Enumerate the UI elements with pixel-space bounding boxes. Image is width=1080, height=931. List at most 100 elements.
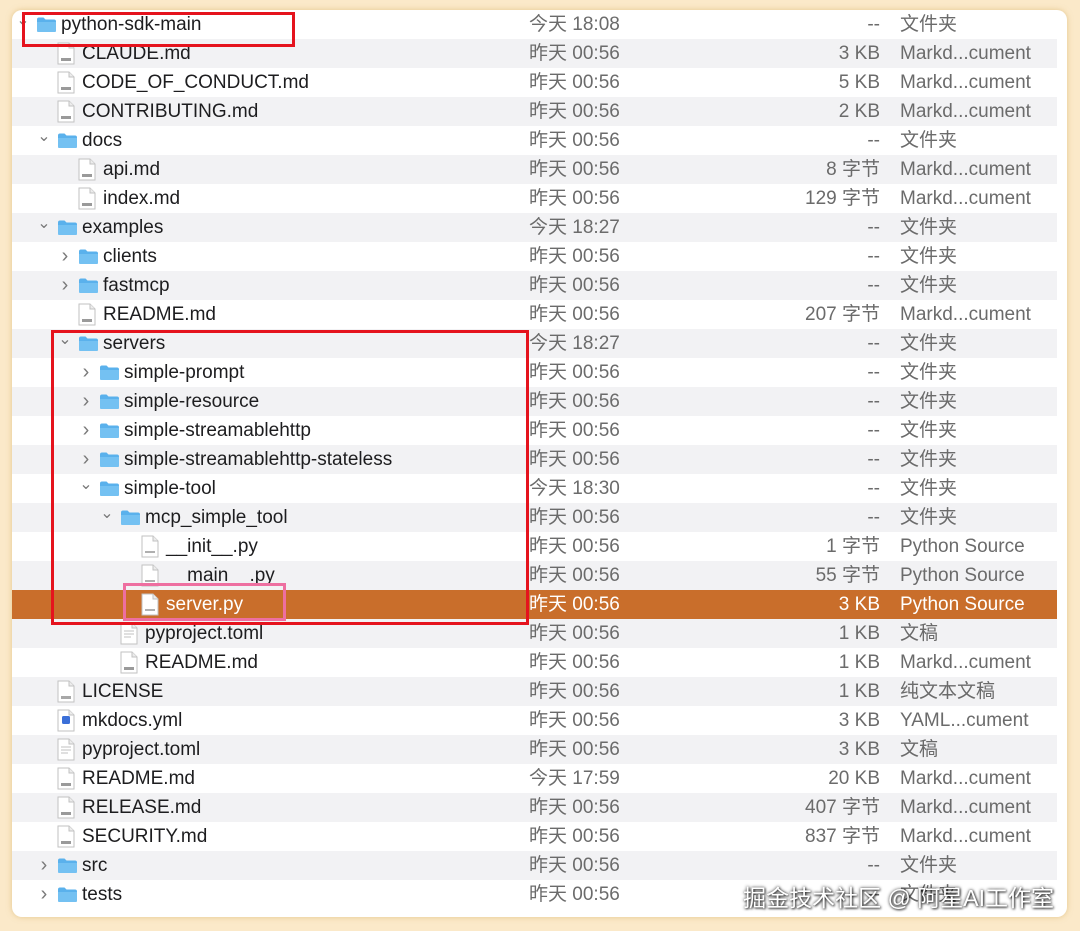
file-icon bbox=[57, 680, 75, 703]
folder-row-examples[interactable]: ⌄ examples 今天 18:27 -- 文件夹 bbox=[12, 213, 1057, 242]
chevron-down-icon[interactable]: ⌄ bbox=[79, 474, 93, 503]
row-name: server.py bbox=[166, 594, 244, 615]
file-row-pyproject-toml[interactable]: pyproject.toml 昨天 00:56 3 KB 文稿 bbox=[12, 735, 1057, 764]
row-size: -- bbox=[867, 449, 880, 470]
row-name: src bbox=[82, 855, 108, 876]
row-name: __main__.py bbox=[166, 565, 275, 586]
file-row-mkdocs-yml[interactable]: mkdocs.yml 昨天 00:56 3 KB YAML...cument bbox=[12, 706, 1057, 735]
file-row-contributing-md[interactable]: CONTRIBUTING.md 昨天 00:56 2 KB Markd...cumen… bbox=[12, 97, 1057, 126]
row-size: -- bbox=[867, 391, 880, 412]
row-name: simple-streamablehttp-stateless bbox=[124, 449, 393, 470]
folder-row-simple-resource[interactable]: › simple-resource 昨天 00:56 -- 文件夹 bbox=[12, 387, 1057, 416]
row-size: 3 KB bbox=[838, 594, 880, 615]
row-kind: Python Source bbox=[900, 594, 1025, 615]
row-kind: 文件夹 bbox=[900, 362, 958, 383]
row-size: 3 KB bbox=[838, 43, 880, 64]
chevron-right-icon[interactable]: › bbox=[79, 416, 93, 445]
file-row-readme-md[interactable]: README.md 昨天 00:56 207 字节 Markd...cument bbox=[12, 300, 1057, 329]
row-size: 20 KB bbox=[828, 768, 880, 789]
row-date: 昨天 00:56 bbox=[529, 536, 620, 557]
row-date: 昨天 00:56 bbox=[529, 739, 620, 760]
folder-row-src[interactable]: › src 昨天 00:56 -- 文件夹 bbox=[12, 851, 1057, 880]
file-row-api-md[interactable]: api.md 昨天 00:56 8 字节 Markd...cument bbox=[12, 155, 1057, 184]
file-row-readme-md[interactable]: README.md 今天 17:59 20 KB Markd...cument bbox=[12, 764, 1057, 793]
file-row-pyproject-toml[interactable]: pyproject.toml 昨天 00:56 1 KB 文稿 bbox=[12, 619, 1057, 648]
file-row-license[interactable]: LICENSE 昨天 00:56 1 KB 纯文本文稿 bbox=[12, 677, 1057, 706]
row-kind: 文件夹 bbox=[900, 478, 958, 499]
row-size: -- bbox=[867, 246, 880, 267]
row-date: 昨天 00:56 bbox=[529, 797, 620, 818]
row-date: 昨天 00:56 bbox=[529, 362, 620, 383]
row-date: 昨天 00:56 bbox=[529, 43, 620, 64]
row-date: 昨天 00:56 bbox=[529, 391, 620, 412]
row-kind: Markd...cument bbox=[900, 188, 1031, 209]
row-date: 昨天 00:56 bbox=[529, 565, 620, 586]
chevron-down-icon[interactable]: ⌄ bbox=[16, 10, 30, 39]
folder-row-mcp-simple-tool[interactable]: ⌄ mcp_simple_tool 昨天 00:56 -- 文件夹 bbox=[12, 503, 1057, 532]
folder-row-simple-streamablehttp[interactable]: › simple-streamablehttp 昨天 00:56 -- 文件夹 bbox=[12, 416, 1057, 445]
chevron-down-icon[interactable]: ⌄ bbox=[37, 213, 51, 242]
file-row-index-md[interactable]: index.md 昨天 00:56 129 字节 Markd...cument bbox=[12, 184, 1057, 213]
file-row-release-md[interactable]: RELEASE.md 昨天 00:56 407 字节 Markd...cument bbox=[12, 793, 1057, 822]
row-name: python-sdk-main bbox=[61, 14, 202, 35]
folder-row-docs[interactable]: ⌄ docs 昨天 00:56 -- 文件夹 bbox=[12, 126, 1057, 155]
file-row-init-py[interactable]: __init__.py 昨天 00:56 1 字节 Python Source bbox=[12, 532, 1057, 561]
row-size: 3 KB bbox=[838, 739, 880, 760]
row-size: -- bbox=[867, 855, 880, 876]
chevron-down-icon[interactable]: ⌄ bbox=[37, 126, 51, 155]
row-date: 昨天 00:56 bbox=[529, 188, 620, 209]
row-size: -- bbox=[867, 333, 880, 354]
file-row-code-of-conduct-md[interactable]: CODE_OF_CONDUCT.md 昨天 00:56 5 KB Markd...cu… bbox=[12, 68, 1057, 97]
folder-row-simple-streamablehttp-stateless[interactable]: › simple-streamablehttp-stateless 昨天 00:56… bbox=[12, 445, 1057, 474]
row-name: pyproject.toml bbox=[82, 739, 201, 760]
folder-icon bbox=[57, 886, 78, 903]
row-name: index.md bbox=[103, 188, 181, 209]
row-name: servers bbox=[103, 333, 166, 354]
chevron-right-icon[interactable]: › bbox=[79, 387, 93, 416]
folder-row-clients[interactable]: › clients 昨天 00:56 -- 文件夹 bbox=[12, 242, 1057, 271]
row-kind: 文稿 bbox=[900, 739, 939, 760]
file-row-readme-md[interactable]: README.md 昨天 00:56 1 KB Markd...cument bbox=[12, 648, 1057, 677]
row-size: 2 KB bbox=[838, 101, 880, 122]
file-row-claude-md[interactable]: CLAUDE.md 昨天 00:56 3 KB Markd...cument bbox=[12, 39, 1057, 68]
row-size: -- bbox=[867, 275, 880, 296]
file-row-main-py[interactable]: __main__.py 昨天 00:56 55 字节 Python Source bbox=[12, 561, 1057, 590]
chevron-right-icon[interactable]: › bbox=[37, 880, 51, 909]
folder-icon bbox=[78, 277, 99, 294]
row-size: -- bbox=[867, 130, 880, 151]
folder-row-fastmcp[interactable]: › fastmcp 昨天 00:56 -- 文件夹 bbox=[12, 271, 1057, 300]
row-name: __init__.py bbox=[166, 536, 258, 557]
row-kind: 文件夹 bbox=[900, 14, 958, 35]
file-icon bbox=[57, 100, 75, 123]
row-size: -- bbox=[867, 362, 880, 383]
chevron-right-icon[interactable]: › bbox=[37, 851, 51, 880]
row-kind: 文件夹 bbox=[900, 391, 958, 412]
row-kind: Python Source bbox=[900, 565, 1025, 586]
row-date: 昨天 00:56 bbox=[529, 826, 620, 847]
row-date: 昨天 00:56 bbox=[529, 710, 620, 731]
file-row-security-md[interactable]: SECURITY.md 昨天 00:56 837 字节 Markd...cument bbox=[12, 822, 1057, 851]
folder-row-simple-tool[interactable]: ⌄ simple-tool 今天 18:30 -- 文件夹 bbox=[12, 474, 1057, 503]
row-size: 129 字节 bbox=[805, 188, 880, 209]
folder-row-simple-prompt[interactable]: › simple-prompt 昨天 00:56 -- 文件夹 bbox=[12, 358, 1057, 387]
chevron-down-icon[interactable]: ⌄ bbox=[58, 329, 72, 358]
file-icon bbox=[57, 71, 75, 94]
chevron-right-icon[interactable]: › bbox=[58, 242, 72, 271]
row-name: simple-resource bbox=[124, 391, 260, 412]
row-size: 407 字节 bbox=[805, 797, 880, 818]
row-size: 1 KB bbox=[838, 623, 880, 644]
chevron-right-icon[interactable]: › bbox=[79, 445, 93, 474]
row-date: 昨天 00:56 bbox=[529, 420, 620, 441]
file-icon bbox=[57, 709, 75, 732]
file-row-server-py[interactable]: server.py 昨天 00:56 3 KB Python Source bbox=[12, 590, 1057, 619]
folder-icon bbox=[57, 219, 78, 236]
chevron-right-icon[interactable]: › bbox=[58, 271, 72, 300]
folder-row-servers[interactable]: ⌄ servers 今天 18:27 -- 文件夹 bbox=[12, 329, 1057, 358]
row-size: 55 字节 bbox=[815, 565, 880, 586]
folder-row-python-sdk-main[interactable]: ⌄ python-sdk-main 今天 18:08 -- 文件夹 bbox=[12, 10, 1057, 39]
row-size: -- bbox=[867, 507, 880, 528]
chevron-right-icon[interactable]: › bbox=[79, 358, 93, 387]
file-icon bbox=[120, 622, 138, 645]
chevron-down-icon[interactable]: ⌄ bbox=[100, 503, 114, 532]
row-name: examples bbox=[82, 217, 164, 238]
